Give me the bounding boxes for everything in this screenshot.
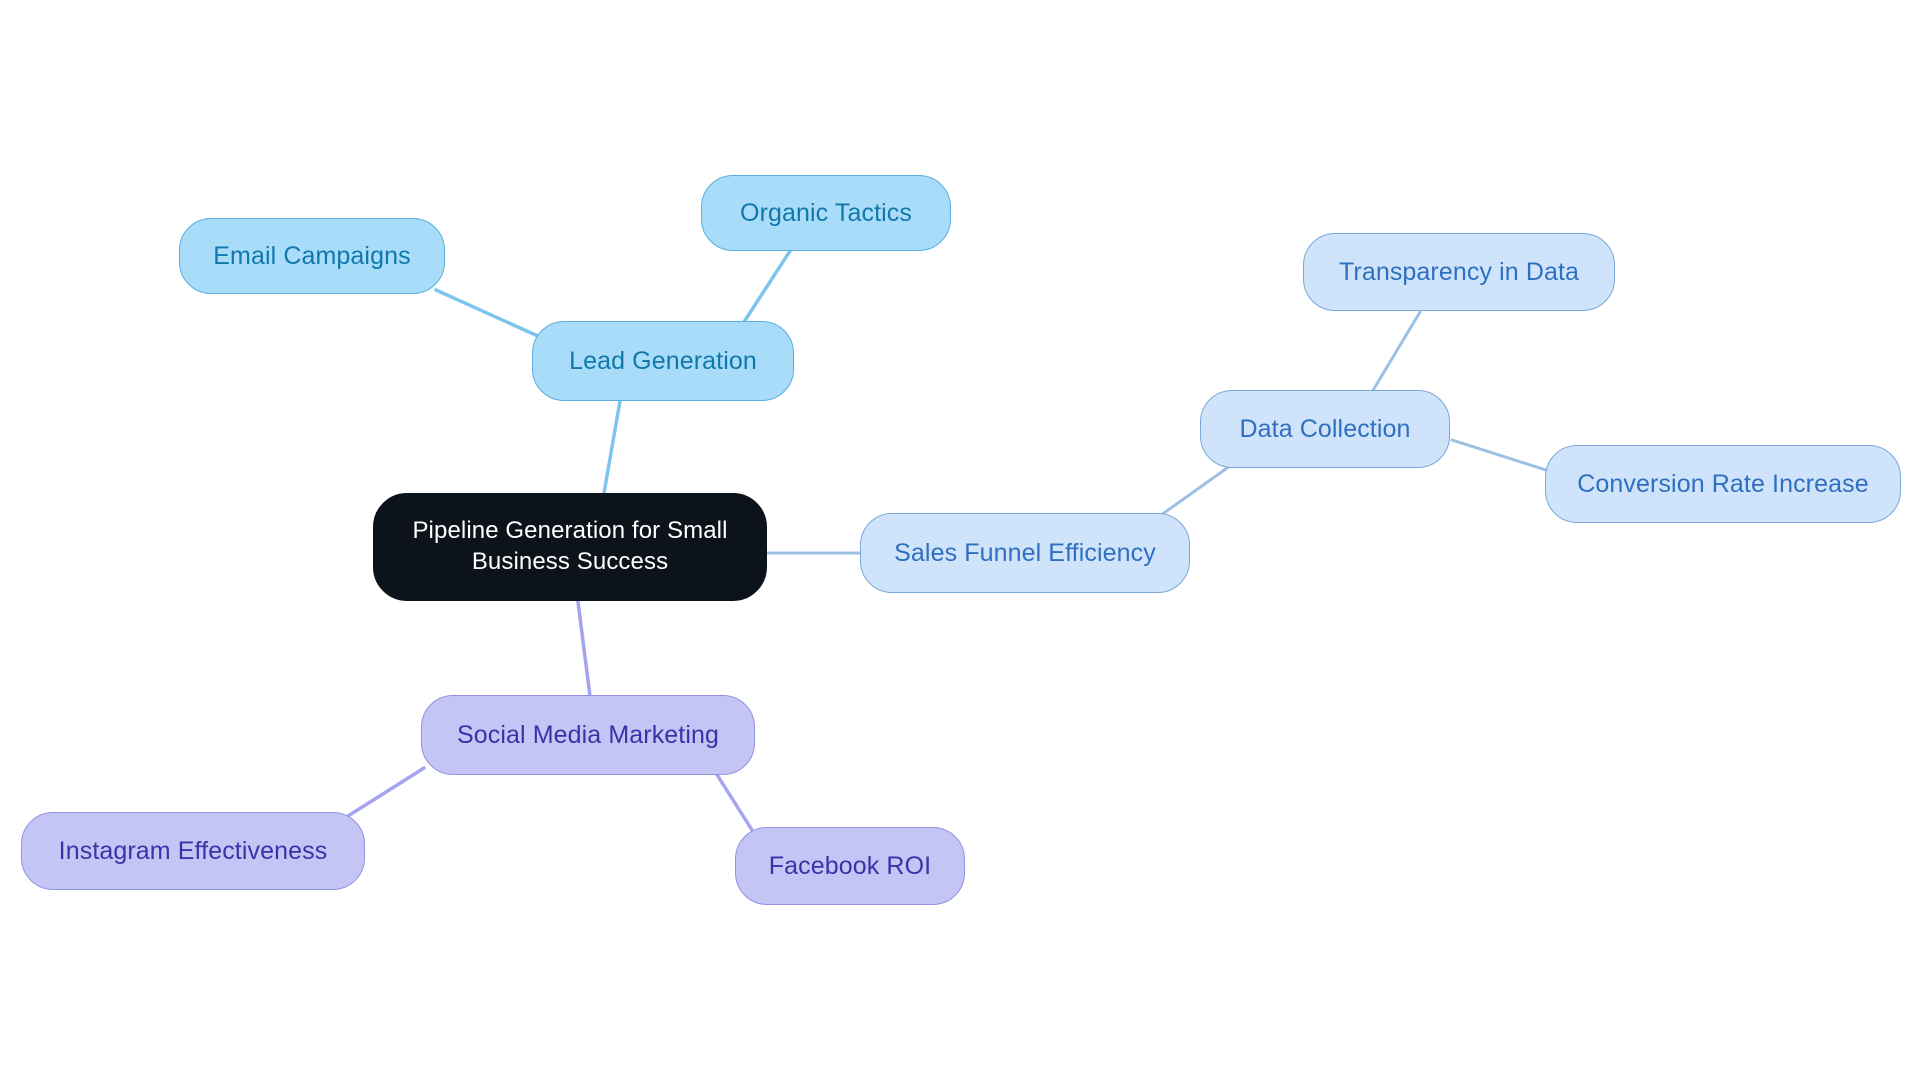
mindmap-node-data-collection[interactable]: Data Collection xyxy=(1200,390,1450,468)
mindmap-node-social-media-marketing[interactable]: Social Media Marketing xyxy=(421,695,755,775)
mindmap-node-label: Conversion Rate Increase xyxy=(1577,470,1869,498)
mindmap-node-label: Organic Tactics xyxy=(740,199,912,227)
mindmap-edge-root-to-social-media-marketing xyxy=(576,600,592,698)
mindmap-edge-social-media-marketing-to-instagram-effectiveness xyxy=(346,766,426,818)
mindmap-edge-data-collection-to-transparency-in-data xyxy=(1370,310,1422,394)
mindmap-edge-social-media-marketing-to-facebook-roi xyxy=(712,768,754,832)
mindmap-node-label: Data Collection xyxy=(1239,415,1411,443)
mindmap-edge-data-collection-to-conversion-rate-increase xyxy=(1450,438,1548,472)
mindmap-node-sales-funnel-efficiency[interactable]: Sales Funnel Efficiency xyxy=(860,513,1190,593)
mindmap-node-instagram-effectiveness[interactable]: Instagram Effectiveness xyxy=(21,812,365,890)
mindmap-node-root[interactable]: Pipeline Generation for Small Business S… xyxy=(373,493,767,601)
mindmap-node-label: Instagram Effectiveness xyxy=(58,837,328,865)
mindmap-node-label: Pipeline Generation for Small Business S… xyxy=(412,517,728,575)
mindmap-node-transparency-in-data[interactable]: Transparency in Data xyxy=(1303,233,1615,311)
mindmap-node-label: Social Media Marketing xyxy=(456,721,720,749)
mindmap-node-label: Email Campaigns xyxy=(213,242,411,270)
mindmap-node-facebook-roi[interactable]: Facebook ROI xyxy=(735,827,965,905)
mindmap-node-conversion-rate-increase[interactable]: Conversion Rate Increase xyxy=(1545,445,1901,523)
mindmap-edge-root-to-lead-generation xyxy=(602,399,622,495)
mindmap-node-email-campaigns[interactable]: Email Campaigns xyxy=(179,218,445,294)
mindmap-node-label: Sales Funnel Efficiency xyxy=(894,539,1156,567)
mindmap-node-label: Facebook ROI xyxy=(768,852,932,880)
mindmap-node-label: Lead Generation xyxy=(569,347,757,375)
mindmap-canvas: Pipeline Generation for Small Business S… xyxy=(0,0,1920,1083)
mindmap-edge-lead-generation-to-email-campaigns xyxy=(434,288,542,339)
mindmap-node-label: Transparency in Data xyxy=(1338,258,1580,286)
mindmap-node-lead-generation[interactable]: Lead Generation xyxy=(532,321,794,401)
mindmap-node-organic-tactics[interactable]: Organic Tactics xyxy=(701,175,951,251)
mindmap-edge-lead-generation-to-organic-tactics xyxy=(740,249,792,327)
